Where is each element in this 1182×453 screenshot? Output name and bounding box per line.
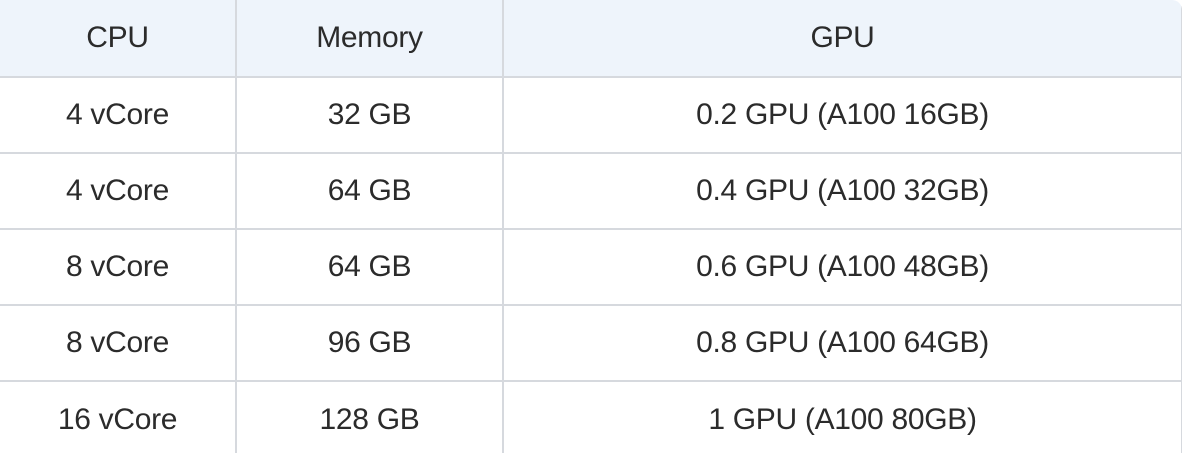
cell-cpu: 16 vCore [0,381,237,453]
cell-cpu: 4 vCore [0,77,237,154]
table-row: 16 vCore 128 GB 1 GPU (A100 80GB) [0,381,1182,453]
cell-gpu: 0.4 GPU (A100 32GB) [503,153,1182,230]
cell-gpu: 0.2 GPU (A100 16GB) [503,77,1182,154]
cell-gpu: 1 GPU (A100 80GB) [503,381,1182,453]
cell-memory: 32 GB [236,77,504,154]
cell-cpu: 8 vCore [0,305,237,382]
header-gpu: GPU [503,0,1182,78]
table-row: 8 vCore 96 GB 0.8 GPU (A100 64GB) [0,305,1182,382]
cell-cpu: 4 vCore [0,153,237,230]
cell-memory: 128 GB [236,381,504,453]
cell-cpu: 8 vCore [0,229,237,306]
resource-table-container: CPU Memory GPU 4 vCore 32 GB 0.2 GPU (A1… [0,0,1182,453]
cell-gpu: 0.6 GPU (A100 48GB) [503,229,1182,306]
cell-memory: 96 GB [236,305,504,382]
table-row: 4 vCore 64 GB 0.4 GPU (A100 32GB) [0,153,1182,230]
header-memory: Memory [236,0,504,78]
table-header: CPU Memory GPU [0,0,1182,78]
cell-memory: 64 GB [236,229,504,306]
table-row: 4 vCore 32 GB 0.2 GPU (A100 16GB) [0,77,1182,154]
resource-table: CPU Memory GPU 4 vCore 32 GB 0.2 GPU (A1… [0,0,1182,453]
cell-memory: 64 GB [236,153,504,230]
table-row: 8 vCore 64 GB 0.6 GPU (A100 48GB) [0,229,1182,306]
cell-gpu: 0.8 GPU (A100 64GB) [503,305,1182,382]
table-body: 4 vCore 32 GB 0.2 GPU (A100 16GB) 4 vCor… [0,77,1182,453]
header-row: CPU Memory GPU [0,0,1182,78]
header-cpu: CPU [0,0,237,78]
